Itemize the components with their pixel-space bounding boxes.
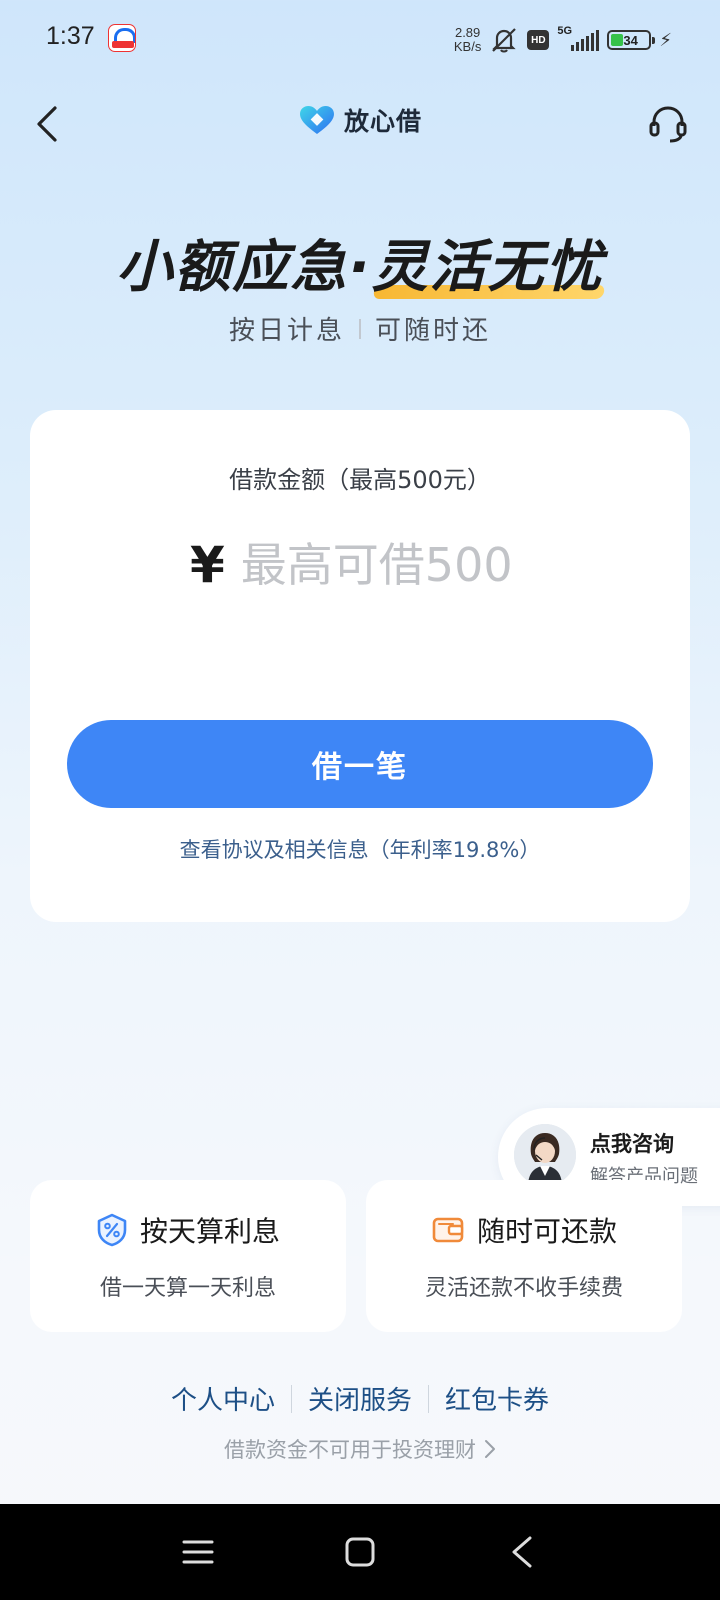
brand: 放心借 [298, 102, 422, 138]
hd-badge: HD [527, 30, 550, 50]
agreement-link[interactable]: 查看协议及相关信息（年利率19.8%） [30, 834, 690, 864]
back-triangle-icon [512, 1536, 532, 1568]
chevron-right-icon [485, 1440, 495, 1458]
consult-title: 点我咨询 [590, 1132, 674, 1156]
home-square-icon [345, 1537, 375, 1567]
amount-label: 借款金额（最高500元） [229, 466, 491, 494]
feature-card-interest: 按天算利息 借一天算一天利息 [30, 1180, 346, 1332]
app-notification-icon [108, 24, 136, 52]
feature-card-repay: 随时可还款 灵活还款不收手续费 [366, 1180, 682, 1332]
currency-symbol: ¥ [190, 536, 225, 594]
coupons-link[interactable]: 红包卡券 [429, 1380, 565, 1417]
app-header: 放心借 [0, 92, 720, 156]
feature-desc: 灵活还款不收手续费 [424, 1276, 623, 1301]
close-service-link[interactable]: 关闭服务 [292, 1380, 428, 1417]
signal-icon: 5G [557, 25, 600, 51]
system-nav-bar [0, 1504, 720, 1600]
amount-input[interactable] [240, 538, 561, 592]
customer-service-button[interactable] [642, 98, 694, 150]
heart-logo-icon [299, 106, 334, 134]
back-button[interactable] [22, 98, 74, 150]
menu-icon [182, 1540, 214, 1564]
chevron-left-icon [37, 106, 57, 142]
wallet-icon [432, 1217, 464, 1243]
agent-avatar-image [514, 1124, 576, 1186]
disclaimer-link[interactable]: 借款资金不可用于投资理财 [0, 1434, 720, 1464]
home-nav-button[interactable] [336, 1528, 384, 1576]
back-nav-button[interactable] [498, 1528, 546, 1576]
hero-title-highlight: 灵活无忧 [372, 222, 604, 303]
network-speed: 2.89 KB/s [453, 25, 482, 54]
headset-icon [649, 106, 687, 143]
status-indicators: 2.89 KB/s HD 5G 34 ⚡ [454, 22, 672, 58]
status-bar: 1:37 2.89 KB/s HD 5G 34 ⚡ [0, 0, 720, 80]
status-time: 1:37 [46, 22, 95, 50]
feature-title: 随时可还款 [476, 1215, 617, 1248]
loan-card: 借款金额（最高500元） ¥ 借一笔 查看协议及相关信息（年利率19.8%） [30, 410, 690, 922]
charging-icon: ⚡ [659, 29, 672, 51]
mute-bell-icon [492, 28, 517, 53]
divider [359, 318, 361, 339]
hero-title: 小额应急·灵活无忧 [0, 222, 720, 303]
hero-subtitle: 按日计息 可随时还 [228, 316, 492, 346]
borrow-button[interactable]: 借一笔 [67, 720, 653, 808]
battery-icon: 34 [607, 30, 656, 50]
feature-title: 按天算利息 [139, 1215, 280, 1248]
feature-desc: 借一天算一天利息 [99, 1276, 276, 1301]
amount-row: ¥ [190, 530, 561, 600]
brand-title: 放心借 [343, 107, 423, 136]
footer-links: 个人中心 关闭服务 红包卡券 [0, 1380, 720, 1417]
percent-shield-icon [97, 1213, 127, 1247]
personal-center-link[interactable]: 个人中心 [155, 1380, 291, 1417]
menu-nav-button[interactable] [174, 1528, 222, 1576]
agent-avatar [514, 1124, 576, 1186]
